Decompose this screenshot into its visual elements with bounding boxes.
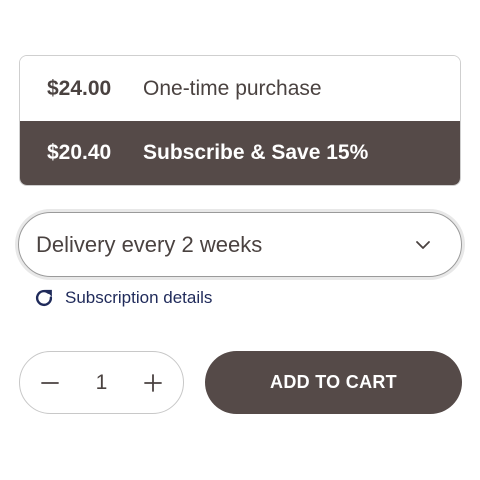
quantity-value[interactable]: 1 [96, 371, 108, 395]
subscription-details-link[interactable]: Subscription details [33, 287, 212, 309]
quantity-stepper: 1 [19, 351, 184, 414]
one-time-price: $24.00 [47, 76, 112, 100]
subscribe-save-option[interactable]: $20.40 Subscribe & Save 15% [20, 121, 460, 185]
subscribe-price: $20.40 [47, 141, 112, 164]
plus-icon [144, 373, 162, 392]
add-to-cart-button[interactable]: ADD TO CART [205, 351, 462, 414]
minus-icon [41, 381, 59, 384]
refresh-icon [36, 289, 53, 306]
chevron-down-icon [416, 241, 430, 249]
delivery-frequency-value: Delivery every 2 weeks [36, 231, 263, 257]
increment-button[interactable] [141, 371, 165, 395]
decrement-button[interactable] [38, 371, 62, 395]
purchase-options: $24.00 One-time purchase $20.40 Subscrib… [19, 55, 461, 186]
subscription-details-label: Subscription details [65, 288, 213, 307]
one-time-label: One-time purchase [143, 76, 322, 100]
subscribe-label: Subscribe & Save 15% [143, 141, 369, 164]
one-time-purchase-option[interactable]: $24.00 One-time purchase [20, 56, 460, 121]
delivery-frequency-select[interactable]: Delivery every 2 weeks [18, 212, 462, 277]
